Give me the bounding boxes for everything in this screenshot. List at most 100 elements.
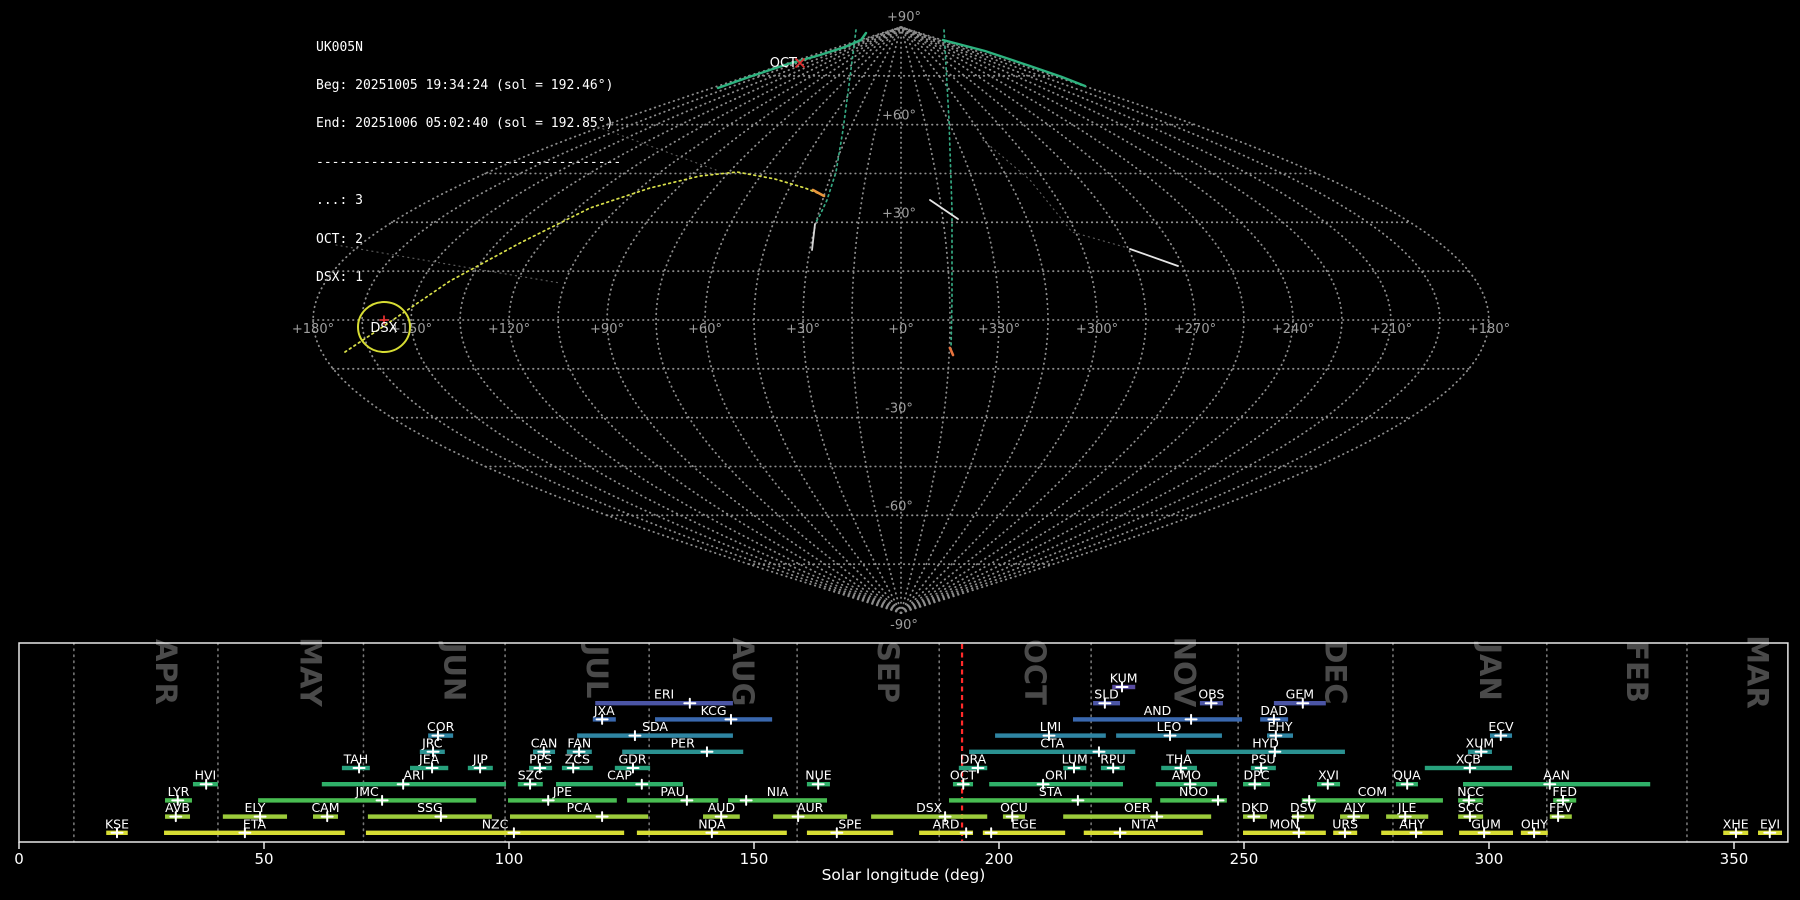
shower-label-EHY: EHY (1268, 719, 1293, 734)
shower-label-ORI: ORI (1045, 768, 1067, 783)
month-label: SEP (871, 641, 905, 703)
x-tick-label: 200 (985, 850, 1014, 868)
shower-label-STA: STA (1039, 784, 1063, 799)
shower-label-DSX: DSX (916, 800, 943, 815)
shower-label-MON: MON (1269, 816, 1299, 831)
x-tick-label: 50 (254, 850, 273, 868)
shower-label-PAU: PAU (660, 784, 684, 799)
month-label: NOV (1168, 637, 1202, 708)
shower-peak-CAP (635, 778, 649, 790)
dec-label: -30° (885, 402, 913, 417)
x-tick-label: 350 (1720, 850, 1749, 868)
shower-label-KCG: KCG (701, 703, 727, 718)
plot-canvas: +90°+60°+30°-30°-60°-90°+180° +150° +120° +… (14, 10, 1789, 884)
shower-label-AVB: AVB (165, 800, 190, 815)
x-tick-label: 0 (14, 850, 24, 868)
shower-label-ZCS: ZCS (565, 752, 590, 767)
ra-label: +240° (1272, 322, 1314, 337)
sporadic-meteor-2-trail (1129, 248, 1179, 267)
trail-extension-1 (982, 139, 1129, 249)
shower-label-AAN: AAN (1543, 768, 1570, 783)
shower-peak-PER (700, 746, 714, 758)
shower-label-JXA: JXA (593, 703, 615, 718)
ra-label: +330° (978, 322, 1020, 337)
shower-label-OCU: OCU (1000, 800, 1028, 815)
dec-label: +90° (887, 10, 921, 25)
shower-label-SPE: SPE (838, 816, 861, 831)
radiant-label: OCT (770, 56, 797, 71)
ra-label: +30° (786, 322, 820, 337)
shower-label-ETA: ETA (243, 816, 267, 831)
shower-label-XCB: XCB (1456, 752, 1481, 767)
month-label: APR (149, 639, 183, 705)
shower-peak-ERI (683, 697, 697, 709)
shower-label-GUM: GUM (1471, 816, 1501, 831)
shower-label-NCC: NCC (1457, 784, 1484, 799)
shower-label-CTA: CTA (1040, 735, 1064, 750)
shower-label-TAH: TAH (343, 752, 369, 767)
x-tick-label: 100 (495, 850, 524, 868)
shower-peak-NZC (507, 827, 521, 839)
trail-extension-3 (597, 126, 717, 171)
shower-label-EGE: EGE (1011, 816, 1037, 831)
shower-peak-SDA (628, 730, 642, 742)
shower-label-CAP: CAP (607, 768, 632, 783)
shower-label-OER: OER (1124, 800, 1151, 815)
shower-label-SLD: SLD (1094, 687, 1119, 702)
shower-label-DKD: DKD (1241, 800, 1268, 815)
dec-label: +60° (882, 109, 916, 124)
shower-peak-PCA (595, 811, 609, 823)
shower-label-JLE: JLE (1397, 800, 1417, 815)
shower-label-AUR: AUR (797, 800, 824, 815)
shower-label-NOO: NOO (1179, 784, 1208, 799)
shower-label-AND: AND (1144, 703, 1172, 718)
month-label: MAR (1740, 635, 1774, 709)
shower-label-JMC: JMC (355, 784, 379, 799)
shower-label-CAM: CAM (311, 800, 339, 815)
ra-label: +300° (1076, 322, 1118, 337)
shower-label-PSU: PSU (1251, 752, 1276, 767)
shower-label-AMO: AMO (1172, 768, 1201, 783)
shower-label-PER: PER (671, 735, 695, 750)
month-label: JUN (437, 641, 471, 702)
shower-peak-NOO (1211, 794, 1225, 806)
ra-label: +90° (590, 322, 624, 337)
month-label: AUG (726, 638, 760, 707)
shower-peak-AND (1184, 713, 1198, 725)
shower-label-GEM: GEM (1286, 687, 1314, 702)
shower-label-AHY: AHY (1399, 816, 1425, 831)
shower-label-DRA: DRA (960, 752, 987, 767)
shower-label-ARD: ARD (933, 816, 960, 831)
north-drift-curve (815, 29, 857, 223)
month-label: OCT (1018, 639, 1052, 705)
month-label: JAN (1473, 641, 1507, 701)
shower-activity-chart: APR MAY JUN JUL AUG SEP OCT NOV DEC JAN FEB MAR KUM E… (14, 635, 1789, 884)
shower-label-THA: THA (1165, 752, 1192, 767)
meteor-radiant-map-screen: UK005N Beg: 20251005 19:34:24 (sol = 192… (0, 0, 1800, 900)
radiant-label: DSX (370, 321, 397, 336)
ra-label: +270° (1174, 322, 1216, 337)
month-label: FEB (1620, 641, 1654, 703)
x-tick-label: 150 (740, 850, 769, 868)
shower-label-ERI: ERI (654, 687, 674, 702)
shower-label-DSV: DSV (1290, 800, 1317, 815)
shower-label-KUM: KUM (1110, 671, 1138, 686)
meridian-line (557, 26, 902, 614)
shower-peak-NIA (739, 794, 753, 806)
shower-label-JEA: JEA (418, 752, 440, 767)
ra-label: +180° (292, 322, 334, 337)
shower-label-ELY: ELY (245, 800, 266, 815)
shower-label-NTA: NTA (1131, 816, 1156, 831)
dec-label: -90° (890, 618, 918, 633)
trail-extension-2 (335, 244, 561, 284)
month-label: MAY (294, 637, 328, 708)
shower-label-JPE: JPE (552, 784, 572, 799)
x-axis-title: Solar longitude (deg) (822, 866, 986, 884)
oct-drift-tip (948, 346, 955, 357)
ra-label: +180° (1468, 322, 1510, 337)
oct-drift-curve (943, 29, 953, 350)
shower-peak-STA (1071, 794, 1085, 806)
shower-label-DPC: DPC (1244, 768, 1270, 783)
shower-peak-KCG (724, 713, 738, 725)
shower-peak-EGE (984, 827, 998, 839)
